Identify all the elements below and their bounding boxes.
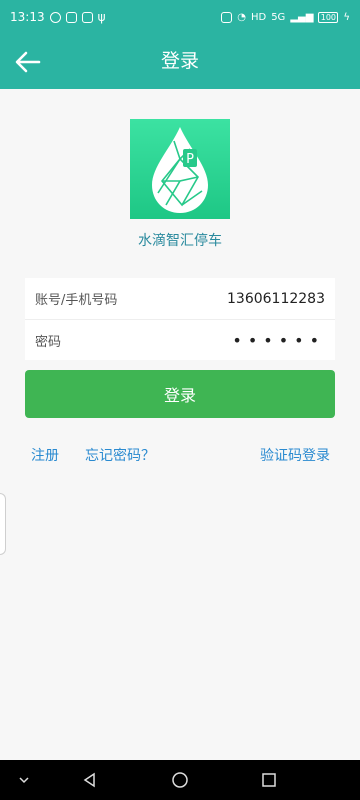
password-input[interactable]: •••••• <box>232 331 325 350</box>
vibrate-icon <box>221 11 233 23</box>
login-button[interactable]: 登录 <box>25 370 335 418</box>
water-drop-logo: P <box>152 127 208 213</box>
forgot-password-link[interactable]: 忘记密码？ <box>85 445 155 465</box>
collapse-nav-icon[interactable] <box>14 770 34 790</box>
page-title: 登录 <box>160 50 199 72</box>
register-link[interactable]: 注册 <box>31 445 59 465</box>
app-name: 水滴智汇停车 <box>138 233 222 249</box>
charging-icon: ϟ <box>343 11 350 23</box>
status-bar: 13:13 ψ ◔ HD 5G ▂▄▆ 100 ϟ <box>0 0 360 34</box>
usb-icon: ψ <box>97 10 106 24</box>
square-recent-icon[interactable] <box>259 770 279 790</box>
notification-icon <box>49 11 61 23</box>
battery-level: 100 <box>320 12 337 22</box>
image-icon <box>81 11 93 23</box>
navigation-bar <box>0 760 360 800</box>
message-icon <box>65 11 77 23</box>
svg-text:P: P <box>186 152 194 167</box>
password-field[interactable]: 密码 •••••• <box>25 319 335 360</box>
account-input[interactable]: 13606112283 <box>227 291 325 307</box>
account-field[interactable]: 账号/手机号码 13606112283 <box>25 278 335 319</box>
signal-label: 5G <box>271 11 286 23</box>
side-edge-handle[interactable] <box>0 493 6 555</box>
account-label: 账号/手机号码 <box>35 293 118 308</box>
password-label: 密码 <box>35 334 62 350</box>
status-time: 13:13 <box>10 10 45 24</box>
app-bar: 登录 <box>0 34 360 89</box>
login-form: 账号/手机号码 13606112283 密码 •••••• <box>25 278 335 360</box>
triangle-back-icon[interactable] <box>80 770 100 790</box>
circle-home-icon[interactable] <box>170 770 190 790</box>
sms-login-link[interactable]: 验证码登录 <box>260 445 330 465</box>
app-logo: P <box>130 119 230 219</box>
wifi-icon: ◔ <box>237 11 246 23</box>
signal-bars-icon: ▂▄▆ <box>290 11 314 23</box>
network-label: HD <box>250 11 267 23</box>
battery-icon: 100 <box>318 11 339 23</box>
